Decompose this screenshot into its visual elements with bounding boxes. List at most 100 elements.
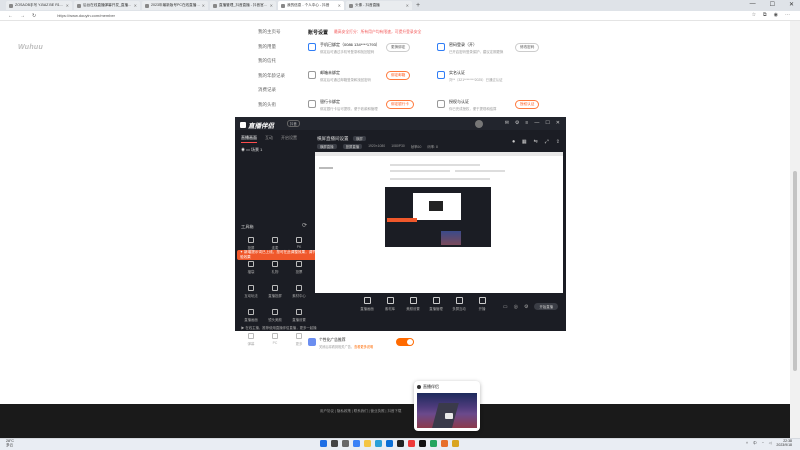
bottom-tip[interactable]: ▶ 在线主播，推荐使用直播伴侣直播，更多一起播 <box>241 325 317 330</box>
collections-icon[interactable]: ⧉ <box>763 12 767 18</box>
close-tab-icon[interactable]: ✕ <box>338 3 341 8</box>
reload-icon[interactable]: ↻ <box>32 13 36 19</box>
control-button[interactable]: 开播 <box>474 297 490 311</box>
volume-icon[interactable]: ◁ <box>769 441 772 445</box>
ad-more-link[interactable]: 查看更多说明 <box>354 345 373 349</box>
close-icon[interactable]: ✕ <box>556 120 560 126</box>
layout-icon[interactable]: ▦ <box>522 139 527 145</box>
close-tab-icon[interactable]: ✕ <box>406 3 409 8</box>
taskbar-thumbnail-popup[interactable]: 直播伴侣 <box>414 381 480 431</box>
side-menu-item[interactable]: 我的信托 <box>258 58 285 73</box>
browser-tab[interactable]: 2023年最新版号PC在线直播弹幕...✕ <box>142 1 208 10</box>
terminal-icon[interactable] <box>397 440 404 447</box>
gear-icon[interactable]: ⚙ <box>524 304 528 310</box>
close-tab-icon[interactable]: ✕ <box>202 3 205 8</box>
bind-email-button[interactable]: 绑定邮箱 <box>386 71 411 80</box>
tool-item[interactable]: 互动玩法 <box>239 283 263 303</box>
tool-item[interactable]: 素材中心 <box>287 283 311 303</box>
network-icon[interactable]: ◔ <box>762 441 764 445</box>
control-button[interactable]: 多屏互动 <box>451 297 467 311</box>
clock[interactable]: 22:38 2023/9/18 <box>776 439 792 448</box>
landscape-option[interactable]: 横屏直播 <box>317 144 337 149</box>
task-view-icon[interactable] <box>342 440 349 447</box>
change-password-button[interactable]: 修改密码 <box>515 43 540 52</box>
wechat-icon[interactable] <box>430 440 437 447</box>
settings-icon[interactable]: ⚙ <box>515 120 519 126</box>
browser-tab[interactable]: 头像 - 抖音直播 ✕ <box>346 1 412 10</box>
mic-icon[interactable]: ◎ <box>514 304 518 310</box>
more-icon[interactable]: ⋯ <box>785 12 790 18</box>
app-icon-gold[interactable] <box>452 440 459 447</box>
auth-button[interactable]: 授权认证 <box>515 100 540 109</box>
control-button[interactable]: 美颜设置 <box>405 297 421 311</box>
portrait-option[interactable]: 竖屏直播 <box>342 144 363 149</box>
url-input[interactable]: https://www.douyin.com/member <box>57 13 115 18</box>
camera-icon[interactable]: ▭ <box>503 304 508 310</box>
close-tab-icon[interactable]: ✕ <box>270 3 273 8</box>
minimize-button[interactable]: — <box>750 1 756 8</box>
tool-item[interactable]: 直播设置 <box>287 307 311 327</box>
tool-item[interactable]: 投票 <box>287 259 311 279</box>
control-button[interactable]: 直播管理 <box>428 297 444 311</box>
app-icon-orange[interactable] <box>441 440 448 447</box>
live-preview[interactable] <box>315 152 563 293</box>
file-explorer-icon[interactable] <box>364 440 371 447</box>
share-icon[interactable]: ⇪ <box>556 139 560 145</box>
tool-item[interactable]: 镜头美颜 <box>263 307 287 327</box>
browser-tab[interactable]: 后台在线直播弹幕开发_直播... ✕ <box>74 1 140 10</box>
ime-indicator[interactable]: 中 <box>753 441 757 446</box>
forward-icon[interactable]: → <box>20 13 25 19</box>
page-scrollbar[interactable] <box>790 21 800 438</box>
store-icon[interactable] <box>386 440 393 447</box>
tool-item[interactable]: 直播画面 <box>239 307 263 327</box>
control-button[interactable]: 直播画面 <box>359 297 375 311</box>
ad-toggle[interactable] <box>396 338 414 346</box>
close-window-button[interactable]: ✕ <box>789 1 794 8</box>
record-icon[interactable]: ⏺ <box>512 139 515 145</box>
browser-tab[interactable]: 直播管理_抖音直播 - 抖音官方... ✕ <box>210 1 276 10</box>
profile-icon[interactable]: ◉ <box>774 12 778 18</box>
favorite-icon[interactable]: ☆ <box>752 12 756 18</box>
side-menu-item[interactable]: 我的头衔 <box>258 102 285 117</box>
bind-card-button[interactable]: 绑定银行卡 <box>386 100 414 109</box>
menu-icon[interactable]: ≡ <box>525 120 528 126</box>
close-tab-icon[interactable]: ✕ <box>134 3 137 8</box>
live-companion-icon[interactable] <box>419 440 426 447</box>
tray-expand-icon[interactable]: ˄ <box>746 441 748 445</box>
control-button[interactable]: 素材库 <box>382 297 398 311</box>
tool-item[interactable]: 福袋 <box>239 259 263 279</box>
tool-item[interactable]: 弹幕 <box>239 331 263 351</box>
back-icon[interactable]: ← <box>8 13 13 19</box>
app-platform-tag[interactable]: 抖音 <box>287 120 300 127</box>
tab-settings[interactable]: 开启设置 <box>281 135 297 143</box>
widgets-icon[interactable] <box>353 440 360 447</box>
tool-item[interactable]: 更多 <box>287 331 311 351</box>
maximize-button[interactable]: ☐ <box>770 1 775 8</box>
tool-item[interactable]: 礼物 <box>263 259 287 279</box>
side-menu-item[interactable]: 我的主页号 <box>258 29 285 44</box>
side-menu-item[interactable]: 我的用量 <box>258 44 285 59</box>
tool-item[interactable]: PC <box>263 331 287 351</box>
new-tab-button[interactable]: + <box>416 2 420 9</box>
close-tab-icon[interactable]: ✕ <box>66 3 69 8</box>
footer-links[interactable]: 用户协议 | 隐私政策 | 联系我们 | 营业执照 | 抖音下载 <box>320 409 401 414</box>
minimize-icon[interactable]: — <box>534 120 539 126</box>
fullscreen-icon[interactable]: ⤢ <box>545 139 549 145</box>
avatar[interactable] <box>475 120 483 128</box>
toolbox-settings-icon[interactable]: ⟳ <box>302 222 307 229</box>
browser-tab[interactable]: ZOSAOB手写 Y-BAZ BE R10X... ✕ <box>6 1 72 10</box>
side-menu-item[interactable]: 消费记录 <box>258 87 285 102</box>
start-icon[interactable] <box>320 440 327 447</box>
search-icon[interactable] <box>331 440 338 447</box>
mirror-icon[interactable]: ⇋ <box>534 139 538 145</box>
tab-interaction[interactable]: 互动 <box>265 135 273 143</box>
change-binding-button[interactable]: 更换绑定 <box>386 43 411 52</box>
browser-tab-active[interactable]: 我的信息 - 个人中心 - 抖音 ✕ <box>278 1 344 10</box>
start-live-button[interactable]: 开始直播 <box>534 303 558 310</box>
maximize-icon[interactable]: ☐ <box>545 120 549 126</box>
side-menu-item[interactable]: 我的年龄记录 <box>258 73 285 88</box>
tab-live-scene[interactable]: 直播画面 <box>241 135 257 143</box>
edge-icon[interactable] <box>375 440 382 447</box>
tool-item[interactable]: 直播投屏 <box>263 283 287 303</box>
scroll-thumb[interactable] <box>793 171 797 371</box>
